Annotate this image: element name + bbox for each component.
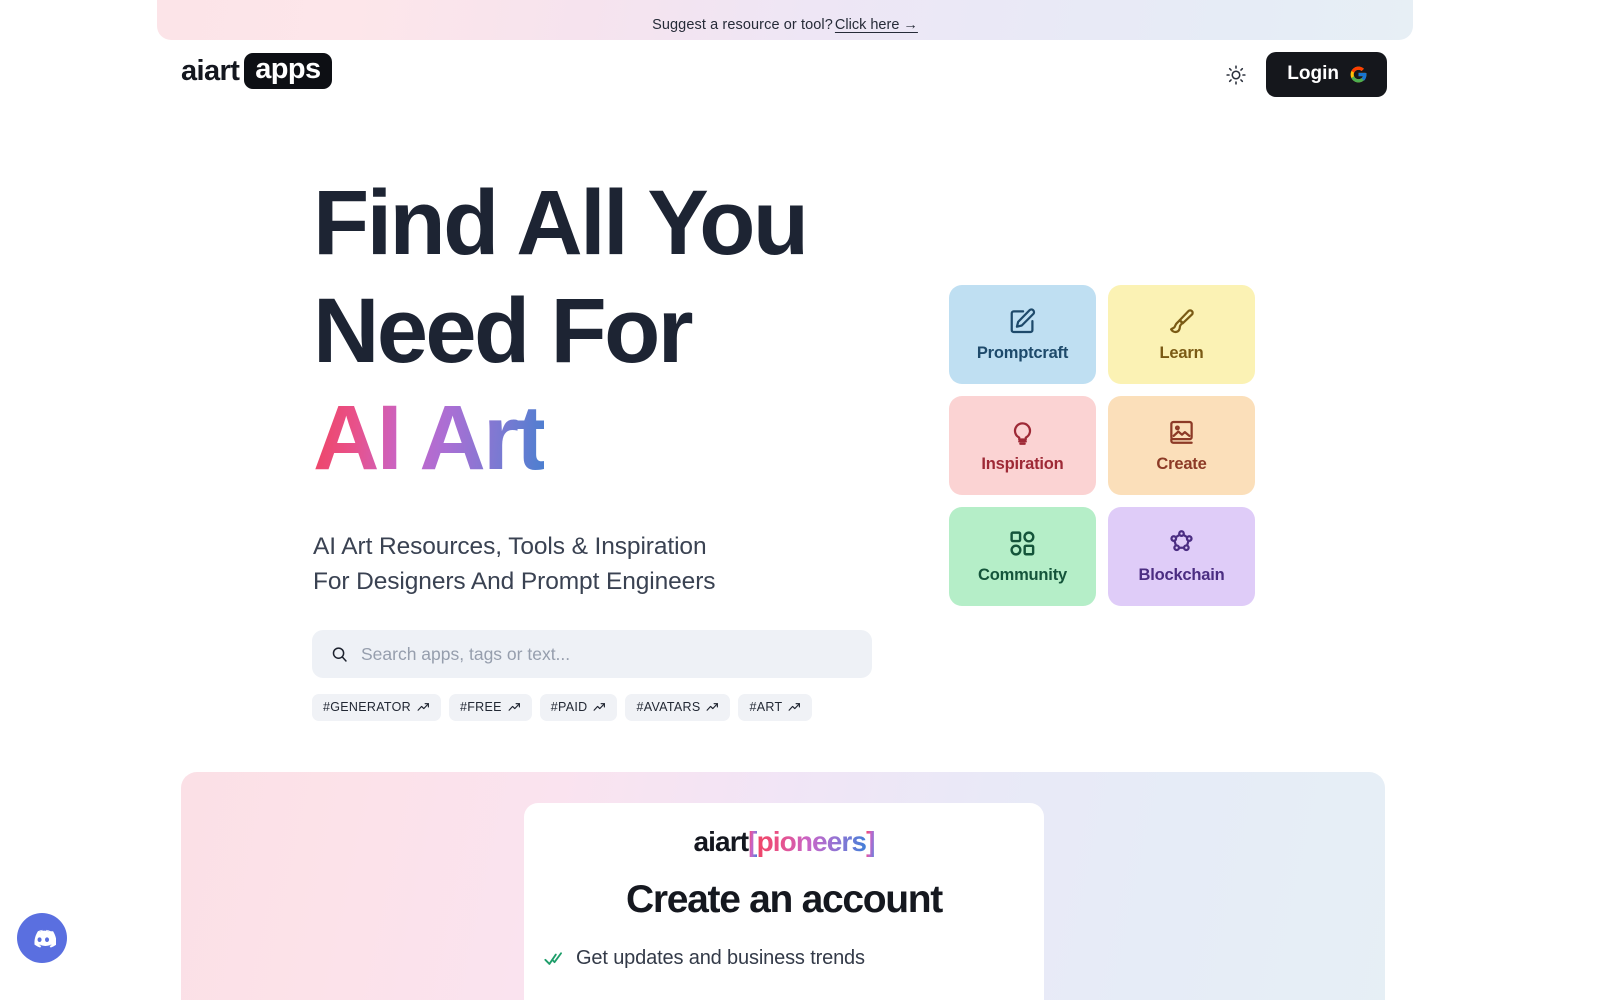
promo-feature-text: Get updates and business trends [576, 947, 865, 969]
trending-up-icon [508, 702, 520, 711]
header-actions: Login [1222, 52, 1387, 97]
announcement-link[interactable]: Click here → [835, 17, 918, 33]
category-label: Learn [1159, 344, 1204, 362]
search-icon [332, 646, 347, 662]
category-card-create[interactable]: Create [1108, 396, 1255, 495]
category-label: Blockchain [1138, 566, 1225, 584]
announcement-banner: Suggest a resource or tool? Click here → [157, 0, 1413, 40]
tag-chip[interactable]: #AVATARS [625, 694, 731, 721]
category-card-promptcraft[interactable]: Promptcraft [949, 285, 1096, 384]
discord-icon [34, 929, 56, 948]
pioneers-logo-bracket-close: ] [866, 826, 875, 857]
category-label: Inspiration [981, 455, 1064, 473]
promo-feature-row: Get updates and business trends [544, 947, 865, 970]
discord-button[interactable] [17, 913, 67, 963]
trending-up-icon [706, 702, 719, 711]
category-card-learn[interactable]: Learn [1108, 285, 1255, 384]
hero-line-1: Find All You [313, 172, 809, 274]
trending-up-icon [417, 702, 429, 711]
tag-chip[interactable]: #PAID [539, 694, 618, 721]
category-grid: Promptcraft Learn Inspiration Create Com… [949, 285, 1255, 606]
tag-label: #GENERATOR [323, 700, 411, 714]
logo-primary-text: aiart [181, 54, 240, 87]
tag-chip[interactable]: #ART [738, 694, 813, 721]
network-nodes-icon [1167, 528, 1196, 558]
promo-heading: Create an account [625, 878, 943, 921]
trending-up-icon [593, 702, 606, 711]
category-card-blockchain[interactable]: Blockchain [1108, 507, 1255, 606]
pioneers-logo-gradient: pioneers [756, 826, 867, 857]
hero-subtitle-line-1: AI Art Resources, Tools & Inspiration [313, 533, 707, 560]
page-root: Suggest a resource or tool? Click here →… [0, 0, 1600, 1000]
trending-tags: #GENERATOR #FREE #PAID #AVATARS #ART [312, 694, 813, 721]
site-header: aiart apps Login [0, 52, 1600, 104]
pioneers-logo: aiart [ pioneers ] [693, 826, 875, 858]
tag-label: #AVATARS [636, 700, 701, 714]
login-button-label: Login [1287, 63, 1339, 84]
login-button[interactable]: Login [1266, 52, 1387, 97]
category-label: Create [1156, 455, 1207, 473]
lightbulb-icon [1008, 417, 1037, 447]
category-card-inspiration[interactable]: Inspiration [949, 396, 1096, 495]
tag-label: #ART [749, 700, 783, 714]
tag-chip[interactable]: #FREE [448, 694, 532, 721]
category-label: Community [978, 566, 1067, 584]
pioneers-logo-bracket-open: [ [748, 826, 757, 857]
paintbrush-icon [1167, 306, 1196, 336]
tag-label: #FREE [459, 700, 502, 714]
double-check-icon [544, 952, 562, 965]
announcement-text: Suggest a resource or tool? [652, 17, 833, 33]
sun-icon [1226, 64, 1246, 85]
theme-toggle-button[interactable] [1222, 61, 1250, 89]
search-bar[interactable] [312, 630, 872, 678]
site-logo[interactable]: aiart apps [181, 52, 332, 90]
hero-line-3-gradient: AI Art [313, 387, 547, 490]
hero-headline: Find All You Need For AI Art [313, 170, 953, 493]
pencil-square-icon [1008, 306, 1037, 336]
hero-subtitle-line-2: For Designers And Prompt Engineers [313, 568, 716, 596]
image-book-icon [1167, 417, 1196, 447]
grid-shapes-icon [1008, 528, 1037, 558]
trending-up-icon [788, 702, 801, 711]
hero-line-2: Need For [313, 279, 694, 382]
category-card-community[interactable]: Community [949, 507, 1096, 606]
tag-chip[interactable]: #GENERATOR [312, 694, 441, 721]
hero-subtitle: AI Art Resources, Tools & Inspiration Fo… [313, 529, 716, 599]
tag-label: #PAID [550, 700, 588, 714]
google-g-icon [1350, 66, 1367, 82]
logo-badge-text: apps [244, 53, 332, 89]
pioneers-logo-dark: aiart [693, 826, 749, 857]
search-input[interactable] [361, 643, 854, 665]
category-label: Promptcraft [976, 344, 1069, 362]
create-account-card: aiart [ pioneers ] Create an account Get… [524, 803, 1044, 1000]
